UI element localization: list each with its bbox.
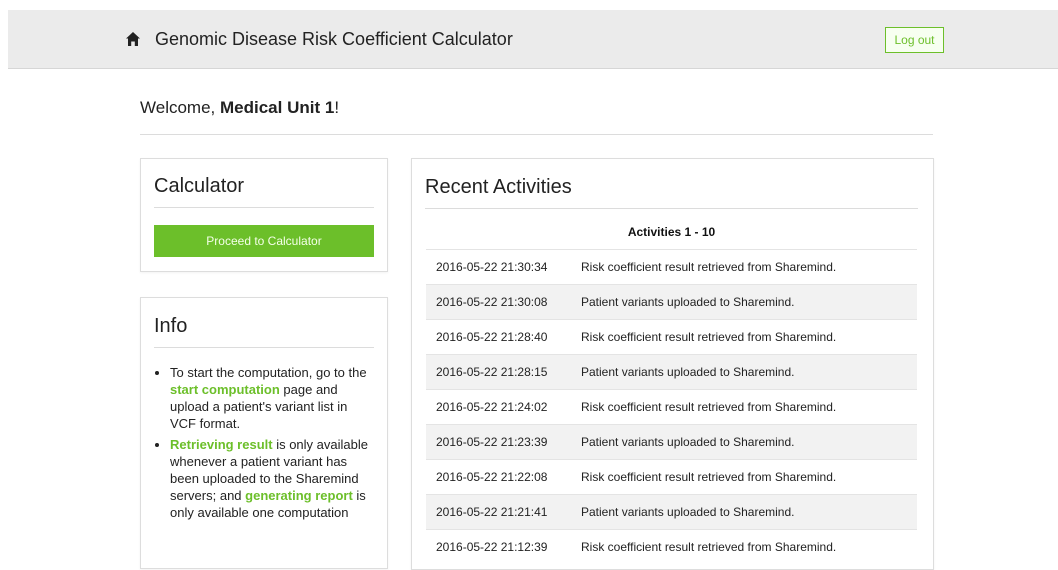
activity-time: 2016-05-22 21:24:02 [426, 389, 571, 425]
app-title[interactable]: Genomic Disease Risk Coefficient Calcula… [155, 29, 513, 50]
activity-time: 2016-05-22 21:23:39 [426, 424, 571, 460]
welcome-user-name: Medical Unit 1 [220, 98, 335, 117]
activity-description: Risk coefficient result retrieved from S… [571, 319, 917, 355]
info-panel: Info To start the computation, go to the… [140, 297, 388, 569]
info-panel-title: Info [154, 315, 188, 337]
divider [140, 134, 933, 135]
activity-time: 2016-05-22 21:21:41 [426, 494, 571, 530]
table-row: 2016-05-22 21:30:34 Risk coefficient resu… [426, 249, 917, 285]
table-row: 2016-05-22 21:22:08 Risk coefficient resu… [426, 459, 917, 495]
activity-time: 2016-05-22 21:30:34 [426, 249, 571, 285]
home-icon[interactable] [125, 31, 141, 47]
table-row: 2016-05-22 21:30:08 Patient variants uplo… [426, 284, 917, 320]
activity-time: 2016-05-22 21:28:15 [426, 354, 571, 390]
activity-description: Risk coefficient result retrieved from S… [571, 389, 917, 425]
info-list-item: To start the computation, go to the star… [170, 364, 374, 432]
activity-description: Patient variants uploaded to Sharemind. [571, 354, 917, 390]
info-list-item: Retrieving result is only available when… [170, 436, 374, 521]
activity-description: Patient variants uploaded to Sharemind. [571, 284, 917, 320]
activity-description: Risk coefficient result retrieved from S… [571, 529, 917, 564]
info-panel-divider [154, 347, 374, 348]
activity-time: 2016-05-22 21:22:08 [426, 459, 571, 495]
activity-description: Patient variants uploaded to Sharemind. [571, 494, 917, 530]
proceed-to-calculator-button[interactable]: Proceed to Calculator [154, 225, 374, 257]
activity-description: Patient variants uploaded to Sharemind. [571, 424, 917, 460]
retrieving-result-link[interactable]: Retrieving result [170, 437, 273, 452]
activity-time: 2016-05-22 21:30:08 [426, 284, 571, 320]
recent-activities-title: Recent Activities [425, 176, 572, 198]
recent-activities-panel: Recent Activities Activities 1 - 10 2016… [411, 158, 934, 570]
table-row: 2016-05-22 21:28:15 Patient variants uplo… [426, 354, 917, 390]
start-computation-link[interactable]: start computation [170, 382, 280, 397]
calculator-panel-divider [154, 207, 374, 208]
welcome-message: Welcome, Medical Unit 1! [140, 98, 339, 118]
activity-description: Risk coefficient result retrieved from S… [571, 459, 917, 495]
activity-description: Risk coefficient result retrieved from S… [571, 249, 917, 285]
welcome-suffix: ! [334, 98, 340, 117]
table-row: 2016-05-22 21:12:39 Risk coefficient resu… [426, 529, 917, 564]
activities-caption: Activities 1 - 10 [627, 225, 716, 239]
activities-table: 2016-05-22 21:30:34 Risk coefficient resu… [426, 249, 917, 564]
table-row: 2016-05-22 21:23:39 Patient variants uplo… [426, 424, 917, 460]
welcome-prefix: Welcome, [140, 98, 220, 117]
calculator-panel: Calculator Proceed to Calculator [140, 158, 388, 272]
calculator-panel-title: Calculator [154, 175, 245, 197]
generating-report-link[interactable]: generating report [245, 488, 353, 503]
recent-activities-divider [425, 208, 918, 209]
table-row: 2016-05-22 21:28:40 Risk coefficient resu… [426, 319, 917, 355]
table-row: 2016-05-22 21:21:41 Patient variants uplo… [426, 494, 917, 530]
info-text: To start the computation, go to the [170, 365, 367, 380]
table-row: 2016-05-22 21:24:02 Risk coefficient resu… [426, 389, 917, 425]
activity-time: 2016-05-22 21:12:39 [426, 529, 571, 564]
logout-button[interactable]: Log out [885, 27, 944, 53]
info-list: To start the computation, go to the star… [154, 364, 374, 525]
top-navbar: Genomic Disease Risk Coefficient Calcula… [8, 10, 1058, 69]
activity-time: 2016-05-22 21:28:40 [426, 319, 571, 355]
